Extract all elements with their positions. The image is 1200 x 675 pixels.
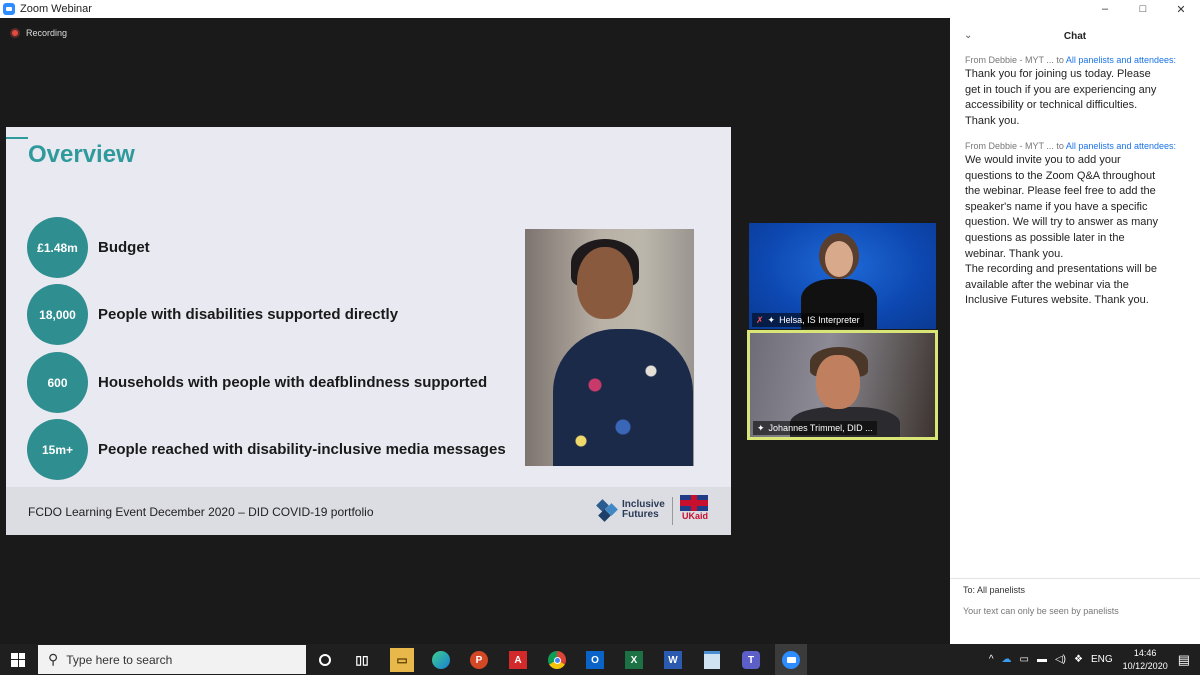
pin-icon: ✦ [757,422,765,433]
participant-name: Johannes Trimmel, DID ... [768,423,873,433]
recording-indicator[interactable]: Recording [10,28,67,38]
clock-time: 14:46 [1133,647,1157,658]
chat-sender: From Debbie - MYT ... [965,55,1054,65]
outlook-icon[interactable]: O [583,648,607,672]
stat-label: People reached with disability-inclusive… [98,441,506,458]
volume-icon[interactable]: ◁) [1055,654,1066,665]
video-name-label: ✦ Johannes Trimmel, DID ... [753,421,877,435]
chat-sender: From Debbie - MYT ... [965,141,1054,151]
chat-header: ⌄ Chat [950,18,1200,54]
notepad-icon[interactable] [700,648,724,672]
chat-message: From Debbie - MYT ... to All panelists a… [965,55,1195,129]
chat-panel: ⌄ Chat From Debbie - MYT ... to All pane… [950,18,1200,644]
dropbox-icon[interactable]: ❖ [1074,654,1083,665]
file-explorer-icon[interactable]: ▭ [390,648,414,672]
recording-label: Recording [26,28,68,38]
union-flag-icon [680,495,708,511]
webinar-stage: Recording Overview £1.48m Budget 18,000 … [0,18,950,644]
chat-message: From Debbie - MYT ... to All panelists a… [965,141,1195,309]
minimize-button[interactable]: – [1086,0,1124,18]
slide-footer-text: FCDO Learning Event December 2020 – DID … [28,505,374,519]
teams-icon[interactable]: T [739,648,763,672]
chat-recipient-selector[interactable]: To: All panelists [963,585,1025,595]
chat-message-body: Thank you for joining us today. Please g… [965,68,1157,127]
stat-budget: £1.48m Budget [27,217,150,278]
chat-recipients[interactable]: All panelists and attendees: [1066,141,1176,151]
window-controls: – □ ✕ [1086,0,1200,18]
window-title: Zoom Webinar [20,3,92,15]
word-icon[interactable]: W [661,648,685,672]
chat-compose: To: All panelists Your text can only be … [950,578,1200,644]
stat-value: £1.48m [27,217,88,278]
ukaid-text: UKaid [681,511,708,521]
clock-date: 10/12/2020 [1122,660,1168,671]
video-tile-interpreter[interactable]: ✗ ✦ Helsa, IS Interpreter [749,223,936,329]
chrome-icon[interactable] [545,648,569,672]
video-name-label: ✗ ✦ Helsa, IS Interpreter [752,313,864,327]
chat-to-word: to [1056,141,1064,151]
notifications-icon[interactable]: ▤ [1178,652,1190,668]
slide-photo [525,229,694,466]
stat-people-supported: 18,000 People with disabilities supporte… [27,284,398,345]
system-tray: ^ ☁ ▭ ▬ ◁) ❖ ENG 14:46 10/12/2020 ▤ [985,644,1200,675]
chat-message-meta: From Debbie - MYT ... to All panelists a… [965,55,1195,65]
inclusive-futures-mark-icon [596,499,618,522]
slide-accent-line [6,137,28,139]
stat-households: 600 Households with people with deafblin… [27,352,487,413]
chat-to-word: to [1056,55,1064,65]
onedrive-icon[interactable]: ☁ [1002,654,1012,665]
shared-slide: Overview £1.48m Budget 18,000 People wit… [6,127,731,535]
chevron-up-icon[interactable]: ^ [989,654,994,665]
chevron-down-icon[interactable]: ⌄ [964,30,972,41]
stat-label: Budget [98,239,150,256]
maximize-button[interactable]: □ [1124,0,1162,18]
stat-label: People with disabilities supported direc… [98,306,399,323]
chat-recipients[interactable]: All panelists and attendees: [1066,55,1176,65]
chat-title: Chat [1063,30,1087,42]
taskbar-search[interactable]: ⚲ Type here to search [38,645,306,674]
ukaid-logo: UKaid [680,495,710,527]
acrobat-icon[interactable]: A [506,648,530,672]
edge-icon[interactable] [429,648,453,672]
network-icon[interactable]: ▬ [1037,654,1047,665]
task-view-icon[interactable]: ▯▯ [350,648,374,672]
powerpoint-icon[interactable]: P [467,648,491,672]
language-indicator[interactable]: ENG [1091,654,1113,665]
recording-icon [10,28,20,38]
slide-title: Overview [28,141,135,168]
zoom-app-icon [3,3,15,15]
stat-value: 15m+ [27,419,88,480]
battery-icon[interactable]: ▭ [1020,654,1029,665]
inclusive-futures-logo: Inclusive Futures [596,499,666,522]
excel-icon[interactable]: X [622,648,646,672]
chat-message-body: We would invite you to add your question… [965,154,1158,307]
mic-muted-icon: ✗ [756,314,764,325]
video-tile-speaker[interactable]: ✦ Johannes Trimmel, DID ... [747,330,938,440]
windows-logo-icon [11,652,25,667]
stat-label: Households with people with deafblindnes… [98,374,488,391]
inclusive-futures-text: Inclusive Futures [622,499,665,520]
search-icon: ⚲ [48,651,59,667]
pin-icon: ✦ [767,314,776,325]
logo-divider [672,497,673,525]
close-button[interactable]: ✕ [1162,0,1200,18]
clock[interactable]: 14:46 10/12/2020 [1123,647,1168,673]
search-placeholder: Type here to search [66,652,173,667]
cortana-icon[interactable] [313,648,337,672]
chat-message-meta: From Debbie - MYT ... to All panelists a… [965,141,1195,151]
stat-people-reached: 15m+ People reached with disability-incl… [27,419,506,480]
participant-name: Helsa, IS Interpreter [779,315,860,325]
slide-footer: FCDO Learning Event December 2020 – DID … [6,487,731,535]
title-bar: Zoom Webinar – □ ✕ [0,0,1200,18]
start-button[interactable] [0,644,36,675]
stat-value: 600 [27,352,88,413]
zoom-icon[interactable] [775,644,807,675]
chat-input[interactable]: Your text can only be seen by panelists [963,606,1119,616]
stat-value: 18,000 [27,284,88,345]
windows-taskbar: ⚲ Type here to search ▯▯ ▭ P A O X W T ^… [0,644,1200,675]
